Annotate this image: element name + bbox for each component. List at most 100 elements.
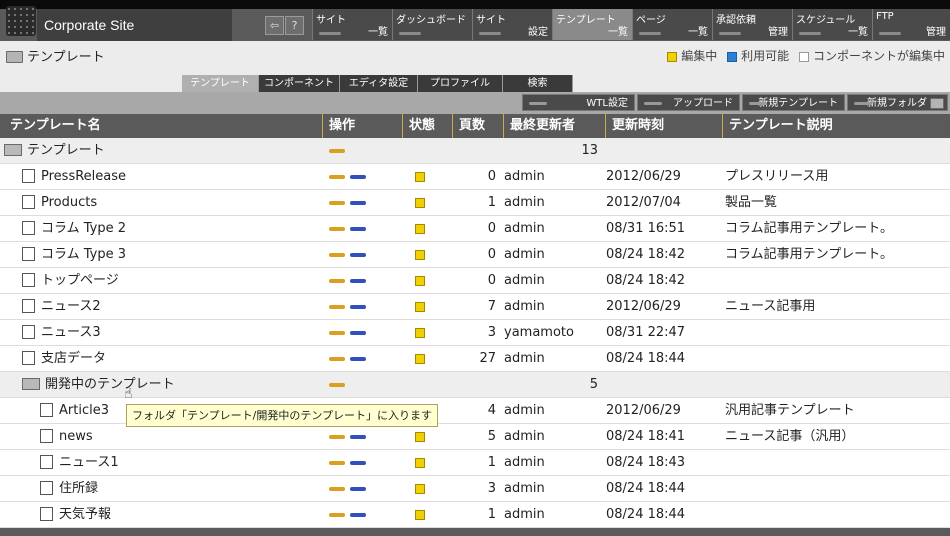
row-name-cell[interactable]: テンプレート bbox=[4, 138, 105, 164]
table-row[interactable]: トップページ 0 admin 08/24 18:42 bbox=[0, 268, 950, 294]
edit-icon[interactable] bbox=[329, 487, 345, 491]
wtl-settings-button[interactable]: WTL設定 bbox=[522, 94, 635, 111]
new-folder-button[interactable]: 新規フォルダ bbox=[847, 94, 948, 111]
table-row[interactable]: ニュース3 3 yamamoto 08/31 22:47 bbox=[0, 320, 950, 346]
edit-icon[interactable] bbox=[329, 461, 345, 465]
menu-page-list[interactable]: ページ 一覧 bbox=[632, 9, 712, 40]
menu-ftp[interactable]: FTP 管理 bbox=[872, 9, 950, 40]
row-name-cell[interactable]: コラム Type 2 bbox=[22, 216, 126, 242]
preview-icon[interactable] bbox=[350, 279, 366, 283]
button-dash-icon bbox=[749, 102, 767, 105]
table-row[interactable]: ニュース2 7 admin 2012/06/29 ニュース記事用 bbox=[0, 294, 950, 320]
row-time: 2012/06/29 bbox=[606, 403, 681, 418]
preview-icon[interactable] bbox=[350, 357, 366, 361]
row-updater: admin bbox=[504, 481, 545, 496]
upload-button[interactable]: アップロード bbox=[637, 94, 740, 111]
folder-row[interactable]: 開発中のテンプレート 5 bbox=[0, 372, 950, 398]
row-name-cell[interactable]: ニュース3 bbox=[22, 320, 101, 346]
menu-schedule[interactable]: スケジュール 一覧 bbox=[792, 9, 872, 40]
preview-icon[interactable] bbox=[350, 487, 366, 491]
new-folder-label: 新規フォルダ bbox=[867, 98, 927, 109]
col-time[interactable]: 更新時刻 bbox=[605, 114, 664, 138]
row-name: コラム Type 3 bbox=[41, 247, 127, 262]
row-name-cell[interactable]: Products bbox=[22, 190, 97, 216]
help-icon[interactable]: ? bbox=[285, 16, 304, 35]
table-row[interactable]: ニュース1 1 admin 08/24 18:43 bbox=[0, 450, 950, 476]
edit-icon[interactable] bbox=[329, 253, 345, 257]
table-row[interactable]: コラム Type 2 0 admin 08/31 16:51 コラム記事用テンプレート。 bbox=[0, 216, 950, 242]
preview-icon[interactable] bbox=[350, 461, 366, 465]
preview-icon[interactable] bbox=[350, 513, 366, 517]
edit-icon[interactable] bbox=[329, 357, 345, 361]
edit-icon[interactable] bbox=[329, 279, 345, 283]
table-row[interactable]: 住所録 3 admin 08/24 18:44 bbox=[0, 476, 950, 502]
preview-icon[interactable] bbox=[350, 305, 366, 309]
new-template-button[interactable]: 新規テンプレート bbox=[742, 94, 845, 111]
site-title[interactable]: Corporate Site bbox=[37, 9, 232, 41]
col-name[interactable]: テンプレート名 bbox=[10, 114, 101, 138]
preview-icon[interactable] bbox=[350, 435, 366, 439]
preview-icon[interactable] bbox=[350, 253, 366, 257]
template-file-icon bbox=[22, 272, 35, 287]
legend-component-editing: コンポーネントが編集中 bbox=[812, 49, 945, 63]
edit-icon[interactable] bbox=[329, 513, 345, 517]
folder-row[interactable]: テンプレート 13 bbox=[0, 138, 950, 164]
available-swatch-icon bbox=[727, 51, 738, 62]
menu-site-settings[interactable]: サイト 設定 bbox=[472, 9, 552, 40]
upload-label: アップロード bbox=[673, 98, 733, 109]
table-row[interactable]: PressRelease 0 admin 2012/06/29 プレスリリース用 bbox=[0, 164, 950, 190]
table-row[interactable]: コラム Type 3 0 admin 08/24 18:42 コラム記事用テンプレート。 bbox=[0, 242, 950, 268]
edit-icon[interactable] bbox=[329, 305, 345, 309]
tab-profile[interactable]: プロファイル bbox=[418, 75, 503, 92]
row-pages: 0 bbox=[487, 169, 496, 184]
edit-icon[interactable] bbox=[329, 435, 345, 439]
preview-icon[interactable] bbox=[350, 175, 366, 179]
row-name-cell[interactable]: 開発中のテンプレート bbox=[22, 372, 175, 398]
menu-template-list[interactable]: テンプレート 一覧 bbox=[552, 9, 632, 40]
row-name-cell[interactable]: 住所録 bbox=[40, 476, 98, 502]
row-pages: 5 bbox=[589, 377, 598, 392]
edit-icon[interactable] bbox=[329, 227, 345, 231]
row-name-cell[interactable]: 天気予報 bbox=[40, 502, 111, 528]
row-name-cell[interactable]: news bbox=[40, 424, 93, 450]
edit-icon[interactable] bbox=[329, 175, 345, 179]
tab-search[interactable]: 検索 bbox=[503, 75, 573, 92]
preview-icon[interactable] bbox=[350, 227, 366, 231]
menu-site-list[interactable]: サイト 一覧 bbox=[312, 9, 392, 40]
row-name-cell[interactable]: ニュース1 bbox=[40, 450, 119, 476]
edit-icon[interactable] bbox=[329, 201, 345, 205]
col-pages[interactable]: 頁数 bbox=[452, 114, 485, 138]
menu-dash-icon bbox=[479, 32, 501, 35]
row-name: 天気予報 bbox=[59, 507, 112, 522]
row-name-cell[interactable]: 支店データ bbox=[22, 346, 106, 372]
tab-editor-settings[interactable]: エディタ設定 bbox=[340, 75, 418, 92]
menu-dashboard[interactable]: ダッシュボード bbox=[392, 9, 472, 40]
logout-icon[interactable]: ⇦ bbox=[265, 16, 284, 35]
row-name-cell[interactable]: PressRelease bbox=[22, 164, 126, 190]
tab-component[interactable]: コンポーネント bbox=[259, 75, 340, 92]
col-status[interactable]: 状態 bbox=[402, 114, 435, 138]
edit-icon[interactable] bbox=[329, 331, 345, 335]
preview-icon[interactable] bbox=[350, 331, 366, 335]
preview-icon[interactable] bbox=[350, 201, 366, 205]
app-grid-icon[interactable] bbox=[6, 6, 36, 36]
row-name-cell[interactable]: コラム Type 3 bbox=[22, 242, 126, 268]
row-name-cell[interactable]: トップページ bbox=[22, 268, 119, 294]
edit-icon[interactable] bbox=[329, 383, 345, 387]
col-desc[interactable]: テンプレート説明 bbox=[722, 114, 833, 138]
table-row[interactable]: 天気予報 1 admin 08/24 18:44 bbox=[0, 502, 950, 528]
edit-icon[interactable] bbox=[329, 149, 345, 153]
row-name-cell[interactable]: Article3 bbox=[40, 398, 109, 424]
row-time: 08/24 18:44 bbox=[606, 481, 686, 496]
menu-approval[interactable]: 承認依頼 管理 bbox=[712, 9, 792, 40]
tooltip: フォルダ「テンプレート/開発中のテンプレート」に入ります bbox=[126, 404, 439, 427]
table-row[interactable]: news 5 admin 08/24 18:41 ニュース記事（汎用） bbox=[0, 424, 950, 450]
template-file-icon bbox=[22, 220, 35, 235]
row-updater: admin bbox=[504, 169, 545, 184]
row-pages: 1 bbox=[487, 455, 496, 470]
col-updater[interactable]: 最終更新者 bbox=[503, 114, 575, 138]
row-name-cell[interactable]: ニュース2 bbox=[22, 294, 101, 320]
table-row[interactable]: 支店データ 27 admin 08/24 18:44 bbox=[0, 346, 950, 372]
table-row[interactable]: Products 1 admin 2012/07/04 製品一覧 bbox=[0, 190, 950, 216]
tab-template[interactable]: テンプレート bbox=[182, 75, 259, 92]
